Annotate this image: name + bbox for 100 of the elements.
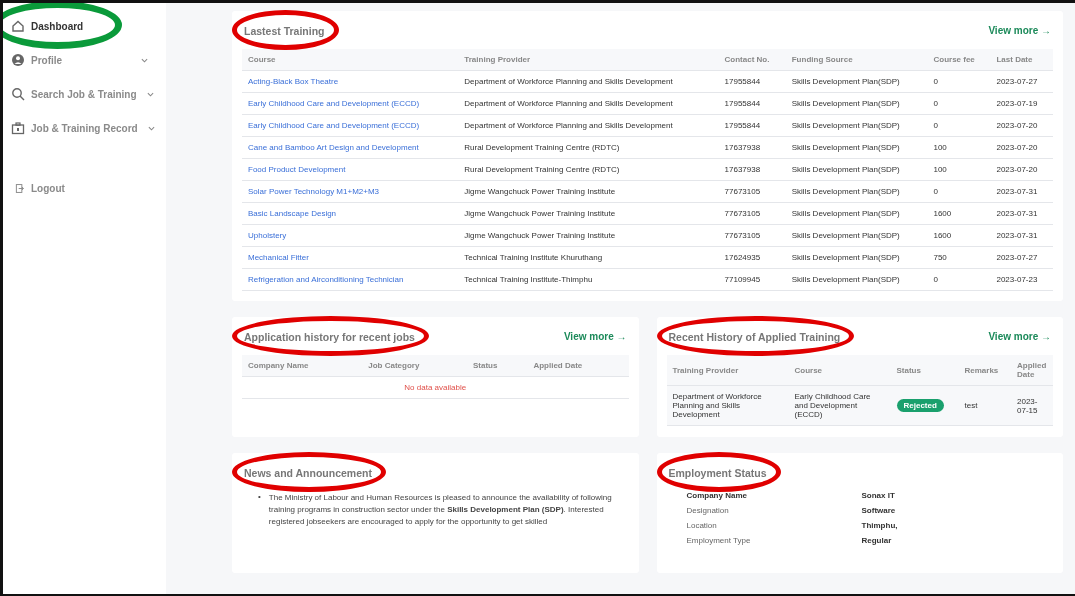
table-cell: 2023-07-31 bbox=[990, 224, 1053, 247]
table-cell: 2023-07-20 bbox=[990, 136, 1053, 159]
table-cell: Skills Development Plan(SDP) bbox=[785, 180, 928, 203]
field-label: Employment Type bbox=[686, 536, 752, 545]
column-header: Status bbox=[890, 355, 959, 386]
table-cell: Department of Workforce Planning and Skills Development bbox=[458, 92, 719, 115]
table-cell: 0 bbox=[927, 70, 991, 93]
bullet: • bbox=[258, 491, 261, 503]
table-cell: 2023-07-23 bbox=[990, 268, 1053, 291]
table-cell: 2023-07-20 bbox=[990, 158, 1053, 181]
column-header: Course bbox=[788, 355, 891, 386]
table-cell: Skills Development Plan(SDP) bbox=[785, 268, 928, 291]
table-cell: 17637938 bbox=[718, 158, 786, 181]
card-title: Recent History of Applied Training bbox=[668, 331, 841, 343]
view-more-link[interactable]: View more → bbox=[563, 330, 627, 342]
table-cell: Skills Development Plan(SDP) bbox=[785, 70, 928, 93]
course-link[interactable]: Solar Power Technology M1+M2+M3 bbox=[248, 187, 380, 196]
course-link[interactable]: Early Childhood Care and Development (ECCD) bbox=[248, 121, 420, 130]
table-cell: 77673105 bbox=[718, 202, 786, 225]
table-cell: 2023-07-27 bbox=[990, 246, 1053, 269]
table-cell: 100 bbox=[927, 158, 991, 181]
column-header: Status bbox=[466, 355, 528, 377]
course-link[interactable]: Early Childhood Care and Development (ECCD) bbox=[248, 99, 420, 108]
field-value: Thimphu, bbox=[861, 521, 899, 530]
card-title: Lastest Training bbox=[244, 25, 325, 37]
column-header: Company Name bbox=[242, 355, 363, 377]
status-badge: Rejected bbox=[896, 399, 944, 412]
column-header: Training Provider bbox=[666, 355, 789, 386]
column-header: Last Date bbox=[990, 49, 1053, 71]
table-cell: Department of Workforce Planning and Skills Development bbox=[458, 70, 719, 93]
table-cell: Skills Development Plan(SDP) bbox=[785, 136, 928, 159]
card-title: News and Announcement bbox=[244, 467, 372, 479]
table-cell: 750 bbox=[927, 246, 991, 269]
card-title: Employment Status bbox=[668, 467, 767, 479]
column-header: Job Category bbox=[362, 355, 467, 377]
briefcase-icon bbox=[11, 121, 25, 135]
course-link[interactable]: Food Product Development bbox=[248, 165, 346, 174]
search-icon bbox=[11, 87, 25, 101]
sidebar-item[interactable]: Job & Training Record bbox=[3, 111, 166, 145]
table-cell: 17955844 bbox=[718, 70, 786, 93]
chevron-icon bbox=[141, 57, 148, 63]
table-cell: 0 bbox=[927, 268, 991, 291]
table-cell: 1600 bbox=[927, 224, 991, 247]
table-cell: 100 bbox=[927, 136, 991, 159]
table-cell: Skills Development Plan(SDP) bbox=[785, 158, 928, 181]
table-cell: 17955844 bbox=[718, 92, 786, 115]
field-label: Company Name bbox=[686, 491, 748, 500]
sidebar-item[interactable]: Profile bbox=[3, 43, 166, 77]
table-cell: 77673105 bbox=[718, 224, 786, 247]
field-value: Software bbox=[861, 506, 897, 515]
table-cell: Technical Training Institute-Thimphu bbox=[458, 268, 719, 291]
table-cell: Department of Workforce Planning and Skills Development bbox=[666, 385, 789, 426]
column-header: Contact No. bbox=[718, 49, 786, 71]
sidebar-item[interactable]: Logout bbox=[3, 171, 166, 205]
news-item: The Ministry of Labour and Human Resources is pleased to announce the availability of following training programs in construction sector under the Skills Development Plan (SDP). Interested registered jobseekers are encouraged to apply for the opportunity to get skilled bbox=[268, 492, 613, 528]
field-value: Regular bbox=[861, 536, 893, 545]
table-cell: 0 bbox=[927, 92, 991, 115]
table-cell: 77109945 bbox=[718, 268, 786, 291]
table-cell: 17624935 bbox=[718, 246, 786, 269]
column-header: Course fee bbox=[927, 49, 991, 71]
table-cell: Early Childhood Care and Development (ECCD) bbox=[788, 385, 891, 426]
field-label: Designation bbox=[686, 506, 730, 515]
sidebar-item[interactable]: Search Job & Training bbox=[3, 77, 166, 111]
table-cell: 77673105 bbox=[718, 180, 786, 203]
column-header: Remarks bbox=[958, 355, 1011, 386]
table-cell: Rural Development Training Centre (RDTC) bbox=[458, 158, 719, 181]
table-cell: Rural Development Training Centre (RDTC) bbox=[458, 136, 719, 159]
sidebar-item[interactable]: Dashboard bbox=[3, 9, 166, 43]
table-cell: 2023-07-15 bbox=[1011, 385, 1053, 426]
table-cell: Jigme Wangchuck Power Training Institute bbox=[458, 180, 719, 203]
course-link[interactable]: Cane and Bamboo Art Design and Development bbox=[248, 143, 419, 152]
table-cell: 17637938 bbox=[718, 136, 786, 159]
table-cell: 2023-07-19 bbox=[990, 92, 1053, 115]
table-cell: 2023-07-27 bbox=[990, 70, 1053, 93]
table-cell: Jigme Wangchuck Power Training Institute bbox=[458, 224, 719, 247]
table-cell: 2023-07-31 bbox=[990, 202, 1053, 225]
user-icon bbox=[11, 53, 25, 67]
table-cell: test bbox=[958, 385, 1011, 426]
table-cell: 0 bbox=[927, 180, 991, 203]
table-cell: 1600 bbox=[927, 202, 991, 225]
table-cell: 0 bbox=[927, 114, 991, 137]
table-cell: 2023-07-31 bbox=[990, 180, 1053, 203]
column-header: Training Provider bbox=[458, 49, 719, 71]
column-header: Course bbox=[242, 49, 459, 71]
column-header: Applied Date bbox=[1011, 355, 1053, 386]
course-link[interactable]: Basic Landscape Design bbox=[248, 209, 337, 218]
column-header: Funding Source bbox=[785, 49, 928, 71]
course-link[interactable]: Upholstery bbox=[248, 231, 287, 240]
table-cell: Jigme Wangchuck Power Training Institute bbox=[458, 202, 719, 225]
table-cell: 2023-07-20 bbox=[990, 114, 1053, 137]
table-cell: 17955844 bbox=[718, 114, 786, 137]
table-cell: Skills Development Plan(SDP) bbox=[785, 114, 928, 137]
view-more-link[interactable]: View more → bbox=[988, 330, 1051, 342]
empty-message: No data available bbox=[404, 383, 467, 392]
chevron-icon bbox=[146, 91, 154, 97]
table-cell: Skills Development Plan(SDP) bbox=[785, 224, 928, 247]
course-link[interactable]: Refrigeration and Airconditioning Technician bbox=[248, 275, 404, 284]
course-link[interactable]: Mechanical Fitter bbox=[248, 253, 309, 262]
course-link[interactable]: Acting-Black Box Theatre bbox=[248, 77, 339, 86]
view-more-link[interactable]: View more → bbox=[988, 24, 1051, 36]
